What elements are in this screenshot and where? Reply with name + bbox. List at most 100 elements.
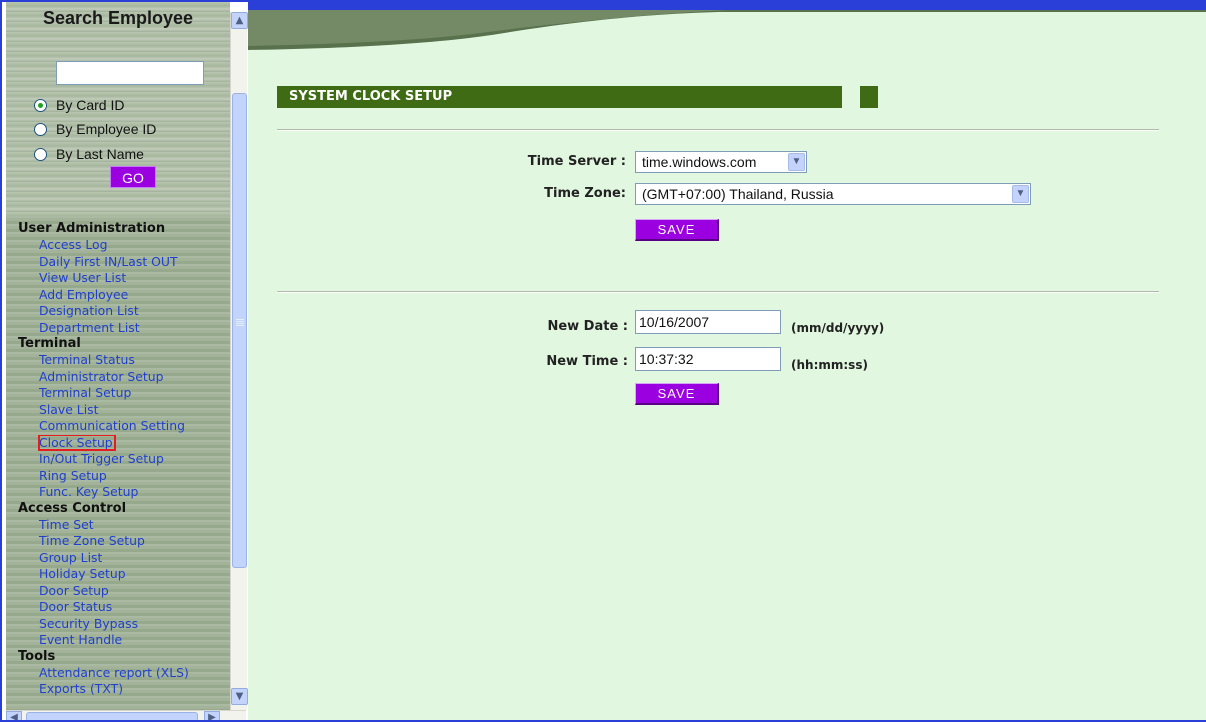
menu-link[interactable]: Group List <box>39 550 102 565</box>
new-date-input[interactable]: 10/16/2007 <box>635 310 781 334</box>
radio-button[interactable] <box>34 147 47 161</box>
radio-label: By Card ID <box>56 97 125 113</box>
save-time-server-button[interactable]: SAVE <box>635 219 719 241</box>
employee-search-input[interactable] <box>56 61 204 85</box>
chevron-down-icon[interactable]: ▼ <box>231 688 248 705</box>
menu-section-tools: Tools <box>18 648 56 664</box>
sidebar-item-group-list[interactable]: Group List <box>18 550 230 567</box>
sidebar-menu: User Administration Access Log Daily Fir… <box>18 221 230 698</box>
menu-link[interactable]: Attendance report (XLS) <box>39 665 189 680</box>
section-title-accent <box>860 86 878 108</box>
sidebar-item-time-set[interactable]: Time Set <box>18 517 230 534</box>
new-time-input[interactable]: 10:37:32 <box>635 347 781 371</box>
app-window: Search Employee By Card ID By Employee I… <box>0 0 1206 722</box>
sidebar-item-daily-first-in-last-out[interactable]: Daily First IN/Last OUT <box>18 254 230 271</box>
menu-link[interactable]: Security Bypass <box>39 616 138 631</box>
sidebar-item-terminal-setup[interactable]: Terminal Setup <box>18 385 230 402</box>
menu-link-selected[interactable]: Clock Setup <box>38 434 116 451</box>
radio-button[interactable] <box>34 98 47 112</box>
menu-link[interactable]: Func. Key Setup <box>39 484 138 499</box>
menu-link[interactable]: Administrator Setup <box>39 369 163 384</box>
menu-link[interactable]: Access Log <box>39 237 108 252</box>
sidebar-item-in-out-trigger-setup[interactable]: In/Out Trigger Setup <box>18 451 230 468</box>
chevron-down-icon[interactable]: ▼ <box>1012 185 1029 203</box>
chevron-down-icon[interactable]: ▼ <box>788 153 805 171</box>
menu-link[interactable]: Slave List <box>39 402 98 417</box>
search-panel-title: Search Employee <box>42 8 194 28</box>
time-server-label: Time Server : <box>527 154 626 169</box>
save-date-time-button[interactable]: SAVE <box>635 383 719 405</box>
chevron-up-icon[interactable]: ▲ <box>231 12 248 29</box>
date-format-hint: (mm/dd/yyyy) <box>791 321 885 335</box>
sidebar-item-add-employee[interactable]: Add Employee <box>18 287 230 304</box>
menu-section-terminal: Terminal <box>18 336 81 351</box>
menu-link[interactable]: Door Status <box>39 599 112 614</box>
menu-section-access-control: Access Control <box>18 500 127 516</box>
sidebar-item-door-status[interactable]: Door Status <box>18 599 230 616</box>
time-zone-select[interactable]: (GMT+07:00) Thailand, Russia ▼ <box>635 183 1031 205</box>
grip-icon <box>236 319 244 320</box>
go-button[interactable]: GO <box>110 166 156 188</box>
menu-link[interactable]: Designation List <box>39 303 139 318</box>
sidebar-item-attendance-report[interactable]: Attendance report (XLS) <box>18 665 230 682</box>
radio-by-card-id[interactable]: By Card ID <box>34 96 124 114</box>
scrollbar-thumb[interactable] <box>26 712 198 720</box>
menu-link[interactable]: In/Out Trigger Setup <box>39 451 164 466</box>
sidebar-item-view-user-list[interactable]: View User List <box>18 270 230 287</box>
sidebar-item-slave-list[interactable]: Slave List <box>18 402 230 419</box>
radio-by-last-name[interactable]: By Last Name <box>34 145 144 163</box>
sidebar: Search Employee By Card ID By Employee I… <box>6 2 230 710</box>
radio-button[interactable] <box>34 122 47 136</box>
sidebar-item-access-log[interactable]: Access Log <box>18 237 230 254</box>
scrollbar-thumb[interactable] <box>232 93 247 568</box>
sidebar-item-security-bypass[interactable]: Security Bypass <box>18 616 230 633</box>
chevron-left-icon[interactable]: ◀ <box>6 711 22 720</box>
menu-link[interactable]: Event Handle <box>39 632 122 647</box>
sidebar-item-time-zone-setup[interactable]: Time Zone Setup <box>18 533 230 550</box>
menu-link[interactable]: Daily First IN/Last OUT <box>39 254 178 269</box>
chevron-right-icon[interactable]: ▶ <box>204 711 220 720</box>
header-swoosh-graphic <box>248 10 1206 50</box>
time-zone-value: (GMT+07:00) Thailand, Russia <box>642 186 834 202</box>
menu-link[interactable]: Communication Setting <box>39 418 185 433</box>
time-server-value: time.windows.com <box>642 154 757 170</box>
sidebar-item-communication-setting[interactable]: Communication Setting <box>18 418 230 435</box>
sidebar-item-department-list[interactable]: Department List <box>18 320 230 337</box>
divider <box>277 129 1159 131</box>
section-title: SYSTEM CLOCK SETUP <box>277 86 842 108</box>
time-format-hint: (hh:mm:ss) <box>791 358 868 372</box>
sidebar-item-terminal-status[interactable]: Terminal Status <box>18 352 230 369</box>
menu-link[interactable]: Exports (TXT) <box>39 681 123 696</box>
sidebar-vertical-scrollbar[interactable]: ▲ ▼ <box>230 12 248 710</box>
time-server-select[interactable]: time.windows.com ▼ <box>635 151 807 173</box>
sidebar-item-clock-setup[interactable]: Clock Setup <box>18 434 230 452</box>
time-zone-label: Time Zone: <box>544 186 626 201</box>
menu-link[interactable]: Door Setup <box>39 583 109 598</box>
menu-link[interactable]: Terminal Setup <box>39 385 131 400</box>
radio-by-employee-id[interactable]: By Employee ID <box>34 120 156 138</box>
menu-link[interactable]: Department List <box>39 320 140 335</box>
menu-link[interactable]: Ring Setup <box>39 468 107 483</box>
sidebar-item-designation-list[interactable]: Designation List <box>18 303 230 320</box>
sidebar-item-func-key-setup[interactable]: Func. Key Setup <box>18 484 230 501</box>
radio-label: By Employee ID <box>56 121 157 137</box>
new-time-label: New Time : <box>546 354 628 369</box>
sidebar-item-door-setup[interactable]: Door Setup <box>18 583 230 600</box>
main-content: SYSTEM CLOCK SETUP Time Server : time.wi… <box>248 2 1206 720</box>
radio-label: By Last Name <box>56 146 144 162</box>
new-date-label: New Date : <box>547 319 628 334</box>
sidebar-item-ring-setup[interactable]: Ring Setup <box>18 468 230 485</box>
divider <box>277 291 1159 293</box>
menu-link[interactable]: View User List <box>39 270 126 285</box>
sidebar-item-holiday-setup[interactable]: Holiday Setup <box>18 566 230 583</box>
menu-link[interactable]: Add Employee <box>39 287 128 302</box>
menu-link[interactable]: Time Set <box>39 517 94 532</box>
sidebar-item-event-handle[interactable]: Event Handle <box>18 632 230 649</box>
menu-link[interactable]: Terminal Status <box>39 352 135 367</box>
sidebar-item-exports[interactable]: Exports (TXT) <box>18 681 230 698</box>
menu-link[interactable]: Time Zone Setup <box>39 533 145 548</box>
menu-section-user-administration: User Administration <box>18 221 166 236</box>
menu-link[interactable]: Holiday Setup <box>39 566 126 581</box>
sidebar-item-administrator-setup[interactable]: Administrator Setup <box>18 369 230 386</box>
sidebar-horizontal-scrollbar[interactable]: ◀ ▶ <box>6 710 246 720</box>
